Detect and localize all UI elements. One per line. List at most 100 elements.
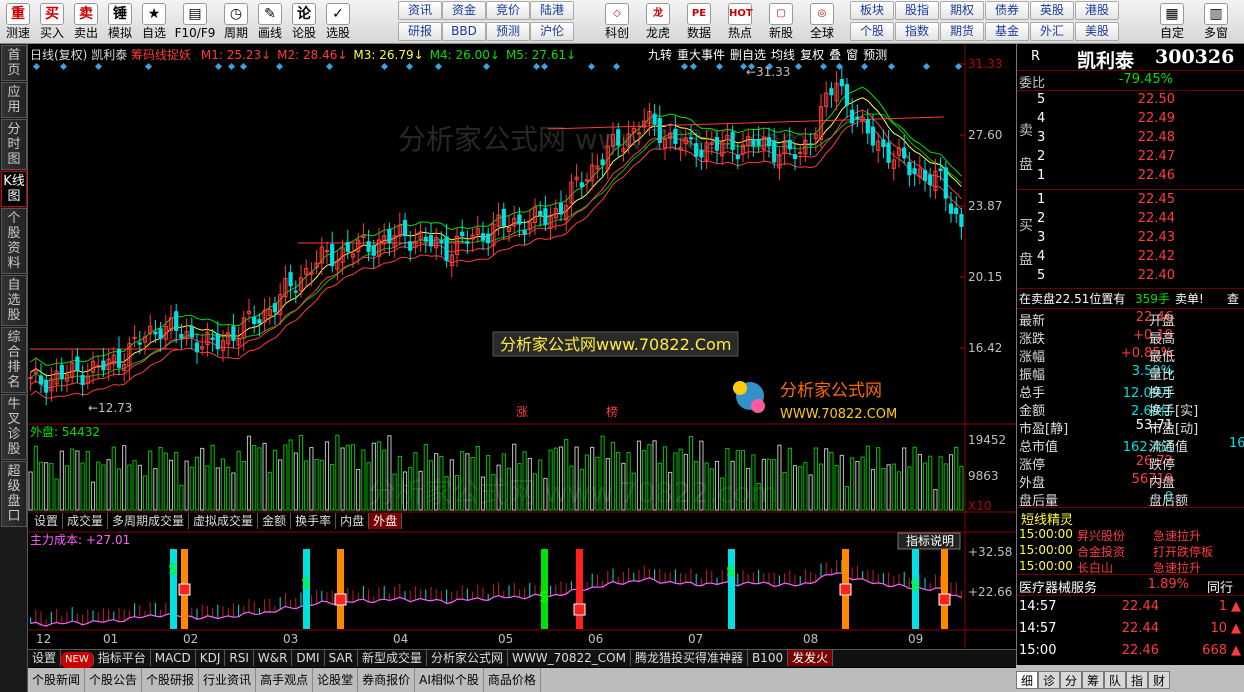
toolbar-btn-7[interactable]: ✎ 画线 (254, 0, 286, 44)
sidebar-tab-0[interactable]: 首页 (1, 45, 27, 81)
indicator-tab-1[interactable]: NEW (61, 652, 94, 668)
quick2-btn-0-2[interactable]: 期权 (940, 1, 984, 20)
kline-chart-area[interactable]: 31.33 27.60 23.87 20.15 16.42 ←31.33 ←12.73 涨 榜 分… (28, 44, 1016, 648)
indicator-tab-5[interactable]: RSI (225, 650, 254, 666)
sidebar-tab-3[interactable]: K线图 (1, 171, 27, 207)
indicator-tab-10[interactable]: 分析家公式网 (427, 650, 508, 666)
buy-price[interactable]: 22.43 (1095, 230, 1175, 245)
toolbar-btn-2[interactable]: 卖卖出 (70, 0, 102, 44)
indicator-tab-2[interactable]: 指标平台 (94, 650, 151, 666)
sidebar-tab-5[interactable]: 自选股 (1, 275, 27, 326)
quick-btn-1-2[interactable]: 预测 (486, 22, 530, 41)
toolbar-btn-9[interactable]: ✓ 选股 (322, 0, 354, 44)
mid-btn-2[interactable]: PE 数据 (680, 0, 718, 44)
quick2-btn-1-0[interactable]: 个股 (850, 22, 894, 41)
chart-menu-0[interactable]: 九转 (648, 48, 672, 62)
volume-tab-2[interactable]: 多周期成交量 (108, 513, 190, 529)
indicator-tab-6[interactable]: W&R (254, 650, 293, 666)
news-tab-2[interactable]: 个股研报 (142, 668, 200, 692)
quote-tab-3[interactable]: 筹 (1082, 671, 1104, 689)
indicator-tab-3[interactable]: MACD (151, 650, 196, 666)
sell-price[interactable]: 22.47 (1095, 149, 1175, 164)
toolbar-btn-3[interactable]: 锤模拟 (104, 0, 136, 44)
news-tab-3[interactable]: 行业资讯 (199, 668, 257, 692)
indicator-tab-12[interactable]: 腾龙猎投买得准神器 (631, 650, 748, 666)
right-btn-0[interactable]: ▦ 自定 (1152, 0, 1192, 44)
quick-btn-1-3[interactable]: 沪伦 (530, 22, 574, 41)
indicator-tab-7[interactable]: DMI (292, 650, 325, 666)
quick-btn-0-2[interactable]: 竞价 (486, 1, 530, 20)
quick-btn-0-3[interactable]: 陆港 (530, 1, 574, 20)
mid-btn-1[interactable]: 龙龙虎 (639, 0, 677, 44)
quote-tab-1[interactable]: 诊 (1038, 671, 1060, 689)
sell-price[interactable]: 22.48 (1095, 130, 1175, 145)
volume-tab-6[interactable]: 内盘 (336, 513, 370, 529)
news-tab-8[interactable]: 商品价格 (484, 668, 541, 692)
sector-more[interactable]: 同行 (1207, 577, 1233, 596)
quick-btn-1-1[interactable]: BBD (442, 22, 486, 41)
toolbar-btn-1[interactable]: 买买入 (36, 0, 68, 44)
buy-price[interactable]: 22.44 (1095, 211, 1175, 226)
sidebar-tab-1[interactable]: 应用 (1, 82, 27, 118)
sidebar-tab-6[interactable]: 综合排名 (1, 327, 27, 393)
mid-btn-4[interactable]: ▢ 新股 (762, 0, 800, 44)
indicator-tab-11[interactable]: WWW_70822_COM (508, 650, 631, 666)
quote-tab-6[interactable]: 财 (1148, 671, 1170, 689)
quote-tab-5[interactable]: 指 (1126, 671, 1148, 689)
quote-tab-2[interactable]: 分 (1060, 671, 1082, 689)
kline-svg[interactable]: 31.33 27.60 23.87 20.15 16.42 ←31.33 ←12.73 涨 榜 分… (28, 44, 1016, 648)
sell-price[interactable]: 22.46 (1095, 168, 1175, 183)
sidebar-tab-8[interactable]: 超级盘口 (1, 461, 27, 527)
toolbar-btn-6[interactable]: ◷ 周期 (220, 0, 252, 44)
chart-menu-4[interactable]: 复权 (800, 48, 824, 62)
notice-link[interactable]: 查 (1227, 290, 1239, 307)
buy-price[interactable]: 22.45 (1095, 192, 1175, 207)
right-btn-1[interactable]: ▥ 多窗 (1196, 0, 1236, 44)
mid-btn-0[interactable]: ◇ 科创 (598, 0, 636, 44)
quick2-btn-0-0[interactable]: 板块 (850, 1, 894, 20)
volume-tab-0[interactable]: 设置 (30, 513, 64, 529)
quick2-btn-0-5[interactable]: 港股 (1075, 1, 1119, 20)
quote-tab-4[interactable]: 队 (1104, 671, 1126, 689)
volume-tab-7[interactable]: 外盘 (369, 513, 403, 529)
indicator-tab-0[interactable]: 设置 (28, 650, 62, 666)
news-tab-1[interactable]: 个股公告 (85, 668, 143, 692)
indicator-tab-4[interactable]: KDJ (196, 650, 226, 666)
chart-menu-6[interactable]: 窗 (846, 48, 858, 62)
volume-tab-1[interactable]: 成交量 (63, 513, 109, 529)
sidebar-tab-7[interactable]: 牛叉诊股 (1, 394, 27, 460)
indicator-name[interactable]: 筹码线捉妖 (131, 48, 191, 62)
quick2-btn-1-3[interactable]: 基金 (985, 22, 1029, 41)
quick2-btn-1-1[interactable]: 指数 (895, 22, 939, 41)
sector-row[interactable]: 医疗器械服务 1.89% 同行 (1017, 577, 1244, 596)
indicator-tab-8[interactable]: SAR (325, 650, 358, 666)
sidebar-tab-4[interactable]: 个股资料 (1, 208, 27, 274)
news-tab-6[interactable]: 券商报价 (358, 668, 416, 692)
mid-btn-3[interactable]: HOT 热点 (721, 0, 759, 44)
toolbar-btn-0[interactable]: 重测速 (2, 0, 34, 44)
quick2-btn-0-1[interactable]: 股指 (895, 1, 939, 20)
chart-menu-3[interactable]: 均线 (771, 48, 795, 62)
volume-tab-5[interactable]: 换手率 (291, 513, 337, 529)
mid-btn-5[interactable]: ◎ 全球 (803, 0, 841, 44)
buy-price[interactable]: 22.40 (1095, 268, 1175, 283)
quick2-btn-1-4[interactable]: 外汇 (1030, 22, 1074, 41)
news-tab-4[interactable]: 高手观点 (256, 668, 314, 692)
volume-tab-3[interactable]: 虚拟成交量 (189, 513, 259, 529)
chart-menu-5[interactable]: 叠 (829, 48, 841, 62)
quick2-btn-1-2[interactable]: 期货 (940, 22, 984, 41)
sprite-title[interactable]: 短线精灵 (1021, 509, 1073, 528)
news-tab-7[interactable]: AI相似个股 (415, 668, 484, 692)
quick-btn-0-0[interactable]: 资讯 (398, 1, 442, 20)
indicator-tab-9[interactable]: 新型成交量 (358, 650, 427, 666)
quick-btn-0-1[interactable]: 资金 (442, 1, 486, 20)
quick2-btn-1-5[interactable]: 美股 (1075, 22, 1119, 41)
indicator-tab-13[interactable]: B100 (748, 650, 789, 666)
chart-menu-2[interactable]: 删自选 (730, 48, 766, 62)
sell-price[interactable]: 22.49 (1095, 111, 1175, 126)
quote-tab-0[interactable]: 细 (1016, 671, 1038, 689)
quick2-btn-0-3[interactable]: 债券 (985, 1, 1029, 20)
quick-btn-1-0[interactable]: 研报 (398, 22, 442, 41)
volume-tab-4[interactable]: 金额 (258, 513, 292, 529)
sidebar-tab-2[interactable]: 分时图 (1, 119, 27, 170)
